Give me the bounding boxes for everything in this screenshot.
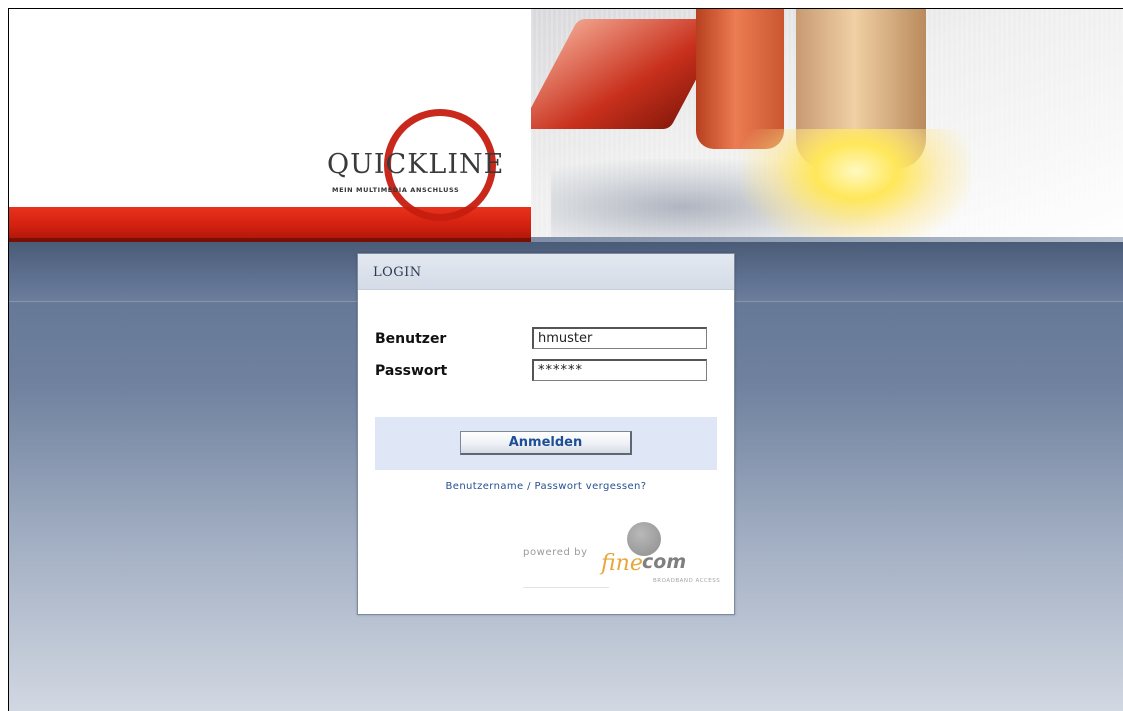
login-panel: LOGIN Benutzer Passwort Anmelden Benutze… <box>357 253 735 615</box>
header-rocket-image <box>531 9 1123 242</box>
login-title-bar: LOGIN <box>358 254 734 290</box>
finecom-logo-fine: fine <box>601 551 643 576</box>
powered-divider <box>523 587 609 588</box>
password-input[interactable] <box>532 359 707 381</box>
forgot-credentials-link[interactable]: Benutzername / Passwort vergessen? <box>358 481 734 492</box>
login-button[interactable]: Anmelden <box>460 431 632 455</box>
logo-area: QUICKLINE MEIN MULTIMEDIA ANSCHLUSS <box>9 9 531 242</box>
page-header: QUICKLINE MEIN MULTIMEDIA ANSCHLUSS <box>9 9 1123 242</box>
username-label: Benutzer <box>375 331 447 347</box>
quickline-logo: QUICKLINE <box>327 149 505 180</box>
username-input[interactable] <box>532 327 707 349</box>
powered-by-text: powered by <box>523 547 588 558</box>
rocket-thruster <box>696 9 784 149</box>
password-label: Passwort <box>375 363 448 379</box>
finecom-logo-subtitle: BROADBAND ACCESS <box>653 578 721 584</box>
finecom-logo-com: com <box>642 551 687 573</box>
quickline-tagline: MEIN MULTIMEDIA ANSCHLUSS <box>332 186 460 194</box>
rocket-flame <box>741 129 971 242</box>
submit-band: Anmelden <box>375 417 717 470</box>
login-title: LOGIN <box>373 265 422 280</box>
browser-viewport: QUICKLINE MEIN MULTIMEDIA ANSCHLUSS LOGI… <box>8 8 1123 711</box>
powered-by-block: powered by fine com BROADBAND ACCESS <box>523 522 723 592</box>
